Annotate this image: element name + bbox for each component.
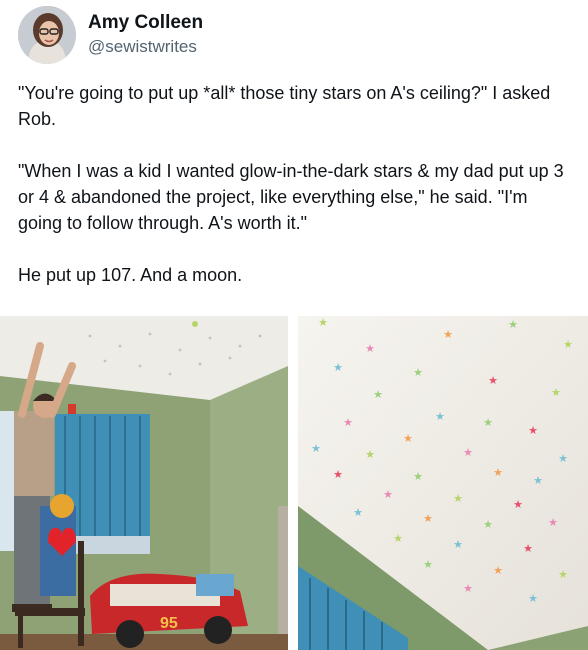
svg-text:★: ★ [423, 558, 433, 571]
svg-text:95: 95 [160, 615, 178, 632]
svg-text:★: ★ [365, 342, 375, 355]
svg-text:★: ★ [563, 338, 573, 351]
svg-text:★: ★ [383, 488, 393, 501]
svg-text:★: ★ [365, 448, 375, 461]
svg-text:★: ★ [523, 542, 533, 555]
ceiling-stars-photo[interactable]: ★ ★ ★ ★ ★ ★ ★ ★ ★ ★ ★ ★ ★ ★ ★ ★ ★ ★ ★ ★ [298, 316, 588, 650]
bedroom-photo-image: 95 [0, 316, 288, 650]
svg-text:★: ★ [533, 474, 543, 487]
tweet-paragraph: "You're going to put up *all* those tiny… [18, 83, 551, 129]
svg-text:★: ★ [311, 442, 321, 455]
svg-text:★: ★ [453, 492, 463, 505]
svg-text:★: ★ [513, 498, 523, 511]
ceiling-stars-image: ★ ★ ★ ★ ★ ★ ★ ★ ★ ★ ★ ★ ★ ★ ★ ★ ★ ★ ★ ★ [298, 316, 588, 650]
avatar[interactable] [18, 6, 76, 64]
svg-text:★: ★ [508, 318, 518, 331]
author-display-name[interactable]: Amy Colleen [88, 12, 203, 34]
svg-text:★: ★ [413, 470, 423, 483]
svg-text:★: ★ [343, 416, 353, 429]
svg-text:★: ★ [453, 538, 463, 551]
svg-text:★: ★ [528, 424, 538, 437]
svg-text:★: ★ [393, 532, 403, 545]
svg-text:★: ★ [558, 452, 568, 465]
svg-text:★: ★ [488, 374, 498, 387]
svg-text:★: ★ [423, 512, 433, 525]
svg-text:★: ★ [493, 564, 503, 577]
svg-text:★: ★ [435, 410, 445, 423]
svg-text:★: ★ [463, 446, 473, 459]
tweet-paragraph: He put up 107. And a moon. [18, 265, 243, 285]
author-handle[interactable]: @sewistwrites [88, 36, 203, 58]
svg-text:★: ★ [353, 506, 363, 519]
svg-text:★: ★ [333, 468, 343, 481]
tweet-header: Amy Colleen @sewistwrites [18, 6, 203, 64]
svg-text:★: ★ [443, 328, 453, 341]
svg-text:★: ★ [413, 366, 423, 379]
svg-text:★: ★ [403, 432, 413, 445]
svg-text:★: ★ [558, 568, 568, 581]
svg-text:★: ★ [373, 388, 383, 401]
bedroom-photo[interactable]: 95 [0, 316, 288, 650]
svg-text:★: ★ [483, 518, 493, 531]
svg-text:★: ★ [551, 386, 561, 399]
svg-text:★: ★ [318, 316, 328, 329]
media-gallery: 95 ★ ★ ★ ★ ★ ★ ★ ★ ★ ★ ★ ★ ★ ★ ★ ★ ★ ★ ★… [0, 316, 588, 650]
svg-text:★: ★ [548, 516, 558, 529]
svg-text:★: ★ [528, 592, 538, 605]
tweet-body: "You're going to put up *all* those tiny… [18, 80, 574, 288]
svg-text:★: ★ [463, 582, 473, 595]
svg-text:★: ★ [483, 416, 493, 429]
svg-text:★: ★ [493, 466, 503, 479]
svg-text:★: ★ [333, 361, 343, 374]
avatar-photo-icon [18, 6, 76, 64]
tweet-paragraph: "When I was a kid I wanted glow-in-the-d… [18, 161, 564, 233]
